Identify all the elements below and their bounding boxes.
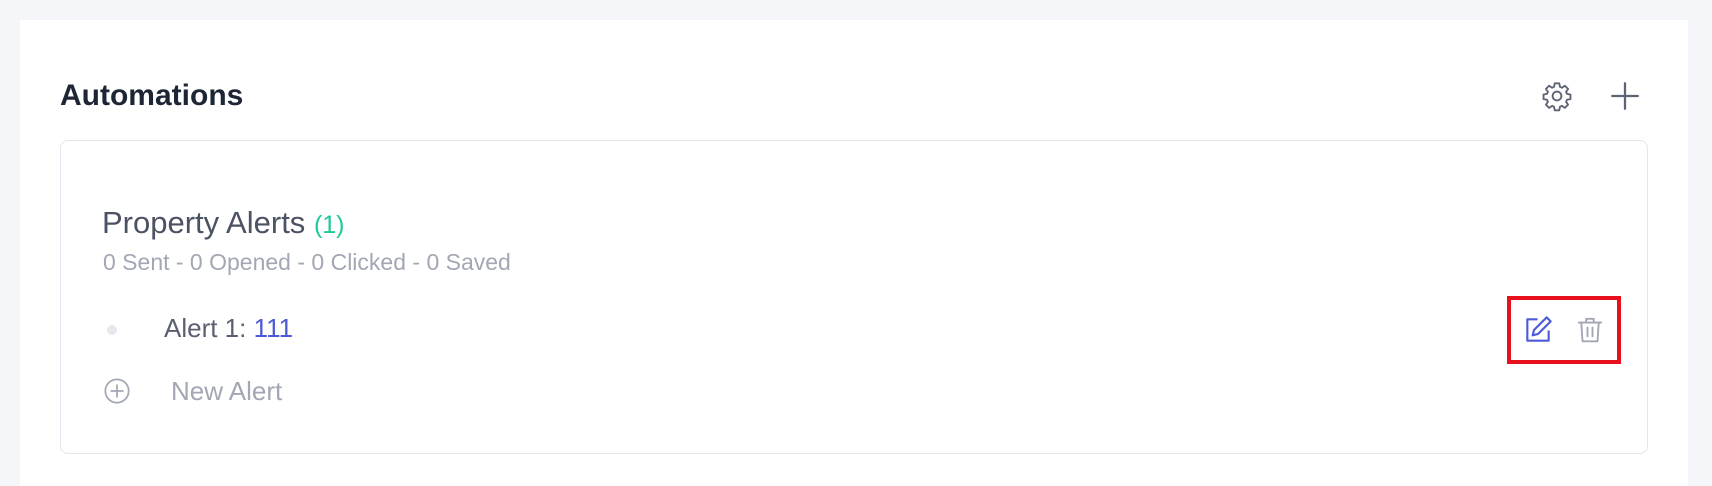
gear-icon[interactable] [1539,78,1575,114]
new-alert-button[interactable]: New Alert [171,376,282,407]
alert-actions [1507,296,1621,364]
alert-value: 111 [253,313,294,343]
alert-label: Alert 1: [164,313,247,343]
group-count: (1) [313,211,345,239]
group-stats: 0 Sent - 0 Opened - 0 Clicked - 0 Saved [103,249,511,275]
edit-icon[interactable] [1521,313,1555,347]
add-circle-icon[interactable] [102,376,132,406]
alert-item[interactable]: Alert 1: 111 [164,313,293,344]
trash-icon[interactable] [1573,313,1607,347]
group-title: Property Alerts (1) [102,205,345,241]
property-alerts-card: Property Alerts (1) 0 Sent - 0 Opened - … [60,140,1648,454]
automations-panel: Automations Property Alerts (1) 0 Sent -… [20,20,1688,486]
panel-title: Automations [60,79,244,112]
group-title-text: Property Alerts [102,205,306,240]
bullet-icon [107,325,117,335]
plus-icon[interactable] [1607,78,1643,114]
